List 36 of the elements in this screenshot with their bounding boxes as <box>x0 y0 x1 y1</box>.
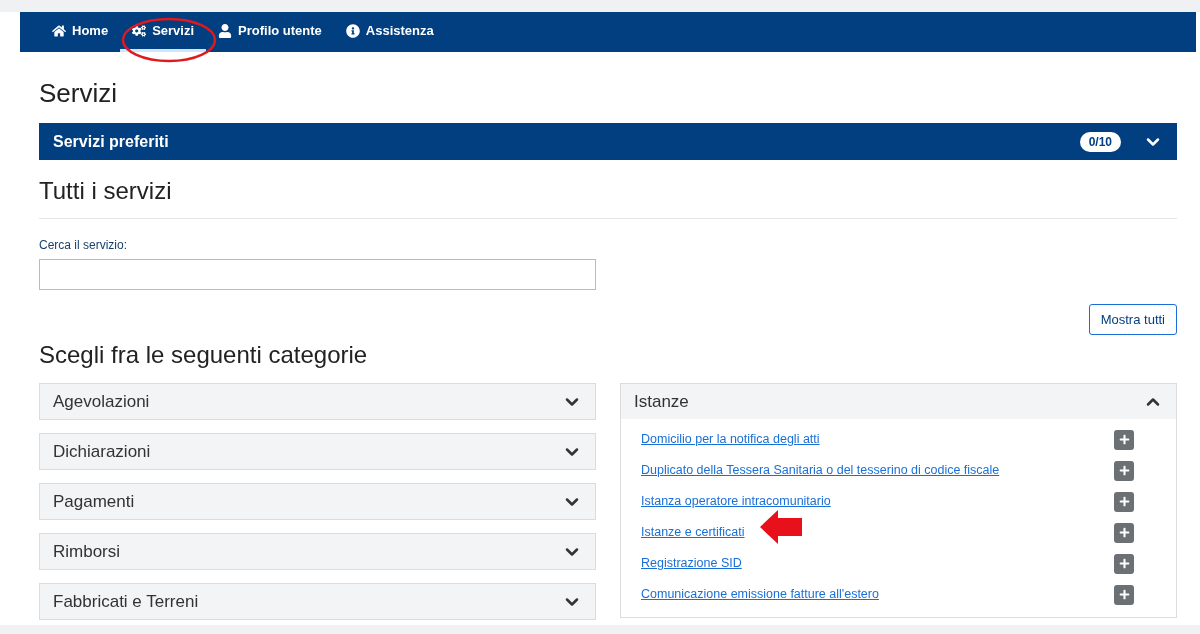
service-link[interactable]: Duplicato della Tessera Sanitaria o del tesserino di codice fiscale <box>641 461 1000 480</box>
add-button[interactable] <box>1114 491 1134 512</box>
page-title: Servizi <box>39 77 118 109</box>
service-link[interactable]: Comunicazione emissione fatture all'estero <box>641 585 879 604</box>
nav-tab[interactable]: Home <box>40 12 121 52</box>
plus-icon <box>1118 527 1130 538</box>
add-button[interactable] <box>1114 553 1134 574</box>
service-link[interactable]: Istanza operatore intracomunitario <box>641 492 831 511</box>
search-label: Cerca il servizio: <box>39 237 129 254</box>
nav-tab[interactable]: Assistenza <box>333 12 446 52</box>
section-title: Tutti i servizi <box>39 176 1177 219</box>
user-icon <box>218 23 233 38</box>
show-all-button[interactable]: Mostra tutti <box>1088 304 1177 335</box>
gears-icon <box>132 23 147 38</box>
plus-icon <box>1118 589 1130 600</box>
home-icon <box>52 23 66 38</box>
plus-icon <box>1118 496 1130 507</box>
add-button[interactable] <box>1114 584 1134 605</box>
info-icon <box>345 23 360 38</box>
category-header[interactable]: Istanze <box>621 384 1176 419</box>
service-link[interactable]: Domicilio per la notifica degli atti <box>641 430 820 449</box>
nav-tab[interactable]: Servizi <box>120 12 207 52</box>
count-badge: 0/10 <box>1079 131 1121 152</box>
plus-icon <box>1118 434 1130 445</box>
plus-icon <box>1118 558 1130 569</box>
search-field[interactable] <box>39 259 596 290</box>
service-link[interactable]: Istanze e certificati <box>641 523 745 542</box>
plus-icon <box>1118 465 1130 476</box>
add-button[interactable] <box>1114 429 1134 450</box>
pointer-arrow <box>760 510 802 544</box>
add-button[interactable] <box>1114 460 1134 481</box>
section-title: Scegli fra le seguenti categorie <box>39 340 369 370</box>
favorites-bar[interactable]: Servizi preferiti 0/10 <box>39 123 1177 160</box>
nav-tab[interactable]: Profilo utente <box>206 12 334 52</box>
add-button[interactable] <box>1114 522 1134 543</box>
service-link[interactable]: Registrazione SID <box>641 554 742 573</box>
